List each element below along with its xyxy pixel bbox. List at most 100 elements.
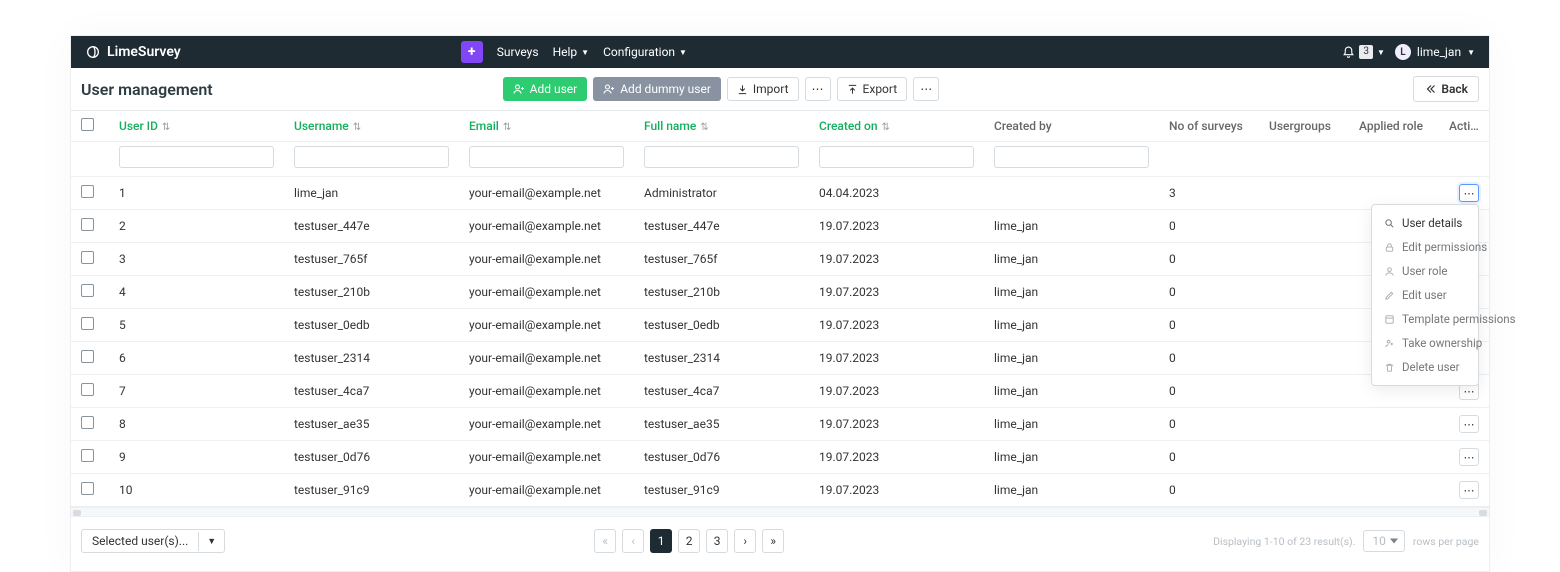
cell-username: testuser_4ca7 (284, 375, 459, 408)
row-checkbox[interactable] (81, 185, 94, 198)
col-email[interactable]: Email⇅ (459, 111, 634, 142)
menu-take-ownership[interactable]: Take ownership (1372, 331, 1478, 355)
cell-full-name: testuser_ae35 (634, 408, 809, 441)
page-1[interactable]: 1 (650, 529, 672, 553)
horizontal-scrollbar[interactable] (71, 507, 1489, 517)
row-action-button[interactable]: ⋯ (1459, 415, 1479, 433)
cell-email: your-email@example.net (459, 408, 634, 441)
page-next[interactable]: › (734, 529, 756, 553)
back-arrow-icon (1424, 83, 1436, 95)
row-checkbox[interactable] (81, 218, 94, 231)
cell-email: your-email@example.net (459, 474, 634, 507)
nav-surveys[interactable]: Surveys (497, 45, 539, 59)
row-checkbox[interactable] (81, 416, 94, 429)
cell-created-by: lime_jan (984, 474, 1159, 507)
row-checkbox[interactable] (81, 251, 94, 264)
row-action-button[interactable]: ⋯ (1459, 481, 1479, 499)
col-user-id[interactable]: User ID⇅ (109, 111, 284, 142)
cell-user-id: 7 (109, 375, 284, 408)
import-more-button[interactable]: ⋯ (805, 77, 831, 101)
row-checkbox[interactable] (81, 350, 94, 363)
col-created-by[interactable]: Created by (984, 111, 1159, 142)
user-menu[interactable]: L lime_jan ▼ (1395, 44, 1475, 60)
export-button[interactable]: Export (837, 77, 908, 101)
toolbar: User management Add user Add dummy user … (71, 68, 1489, 111)
nav-help[interactable]: Help▼ (553, 45, 590, 59)
caret-down-icon: ▼ (1467, 48, 1475, 57)
cell-created-on: 19.07.2023 (809, 210, 984, 243)
cell-user-id: 6 (109, 342, 284, 375)
notifications[interactable]: 3 ▼ (1342, 45, 1385, 59)
menu-edit-permissions[interactable]: Edit permissions (1372, 235, 1478, 259)
cell-email: your-email@example.net (459, 177, 634, 210)
cell-username: testuser_210b (284, 276, 459, 309)
scroll-left-handle[interactable] (73, 510, 81, 516)
caret-down-icon: ▼ (679, 48, 687, 57)
cell-full-name: testuser_91c9 (634, 474, 809, 507)
menu-template-permissions[interactable]: Template permissions (1372, 307, 1478, 331)
table-row: 10testuser_91c9your-email@example.nettes… (71, 474, 1489, 507)
cell-created-on: 19.07.2023 (809, 408, 984, 441)
cell-username: testuser_0d76 (284, 441, 459, 474)
cell-username: testuser_0edb (284, 309, 459, 342)
row-checkbox[interactable] (81, 449, 94, 462)
col-applied-role[interactable]: Applied role (1349, 111, 1439, 142)
topnav: + Surveys Help▼ Configuration▼ (461, 41, 687, 63)
cell-created-on: 19.07.2023 (809, 375, 984, 408)
rows-per-page-select[interactable]: 10 (1363, 530, 1405, 552)
cell-created-by: lime_jan (984, 342, 1159, 375)
menu-user-details[interactable]: User details (1372, 211, 1478, 235)
row-checkbox[interactable] (81, 317, 94, 330)
scroll-right-handle[interactable] (1479, 510, 1487, 516)
filter-email[interactable] (469, 146, 624, 168)
add-user-button[interactable]: Add user (503, 77, 588, 101)
export-more-button[interactable]: ⋯ (913, 77, 939, 101)
row-action-button[interactable]: ⋯ (1459, 184, 1479, 202)
row-checkbox[interactable] (81, 383, 94, 396)
filter-user-id[interactable] (119, 146, 274, 168)
cell-full-name: testuser_447e (634, 210, 809, 243)
table-row: 3testuser_765fyour-email@example.nettest… (71, 243, 1489, 276)
col-username[interactable]: Username⇅ (284, 111, 459, 142)
col-usergroups[interactable]: Usergroups (1259, 111, 1349, 142)
import-button[interactable]: Import (727, 77, 799, 101)
owner-icon (1384, 338, 1395, 349)
cell-username: testuser_765f (284, 243, 459, 276)
selected-users-dropdown[interactable]: Selected user(s)... ▼ (81, 529, 225, 553)
page-last[interactable]: » (762, 529, 784, 553)
filter-created-on[interactable] (819, 146, 974, 168)
col-full-name[interactable]: Full name⇅ (634, 111, 809, 142)
current-user: lime_jan (1417, 45, 1461, 59)
cell-user-id: 4 (109, 276, 284, 309)
page-3[interactable]: 3 (706, 529, 728, 553)
row-action-button[interactable]: ⋯ (1459, 448, 1479, 466)
nav-configuration[interactable]: Configuration▼ (603, 45, 687, 59)
col-no-surveys[interactable]: No of surveys (1159, 111, 1259, 142)
search-icon (1384, 218, 1395, 229)
page-2[interactable]: 2 (678, 529, 700, 553)
rows-per-page-label: rows per page (1413, 535, 1479, 548)
row-checkbox[interactable] (81, 482, 94, 495)
table-row: 7testuser_4ca7your-email@example.nettest… (71, 375, 1489, 408)
filter-username[interactable] (294, 146, 449, 168)
col-created-on[interactable]: Created on⇅ (809, 111, 984, 142)
cell-no-surveys: 0 (1159, 408, 1259, 441)
cell-created-by: lime_jan (984, 441, 1159, 474)
add-dummy-user-button[interactable]: Add dummy user (593, 77, 721, 101)
select-all-checkbox[interactable] (81, 118, 94, 131)
import-icon (737, 84, 748, 95)
row-checkbox[interactable] (81, 284, 94, 297)
cell-email: your-email@example.net (459, 210, 634, 243)
filter-full-name[interactable] (644, 146, 799, 168)
ellipsis-icon: ⋯ (920, 83, 932, 95)
cell-created-by: lime_jan (984, 408, 1159, 441)
brand-logo[interactable]: LimeSurvey (85, 44, 181, 60)
cell-created-by: lime_jan (984, 276, 1159, 309)
new-button[interactable]: + (461, 41, 483, 63)
menu-edit-user[interactable]: Edit user (1372, 283, 1478, 307)
filter-created-by[interactable] (994, 146, 1149, 168)
cell-created-on: 19.07.2023 (809, 309, 984, 342)
menu-user-role[interactable]: User role (1372, 259, 1478, 283)
menu-delete-user[interactable]: Delete user (1372, 355, 1478, 379)
back-button[interactable]: Back (1413, 76, 1479, 102)
